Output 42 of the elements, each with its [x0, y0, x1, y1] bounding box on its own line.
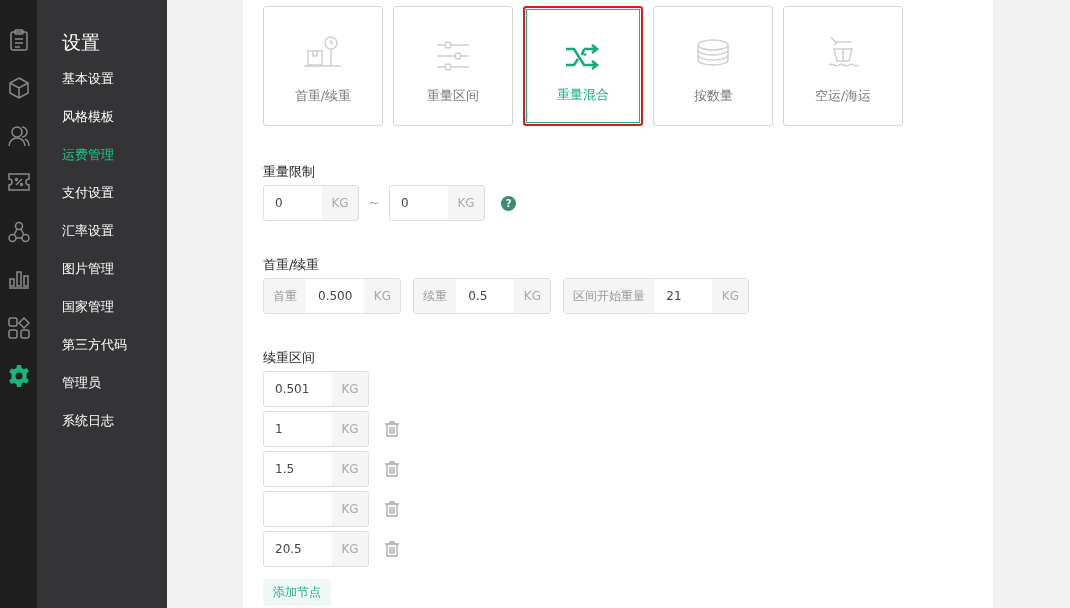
- input-field[interactable]: 0.501 KG: [263, 371, 369, 407]
- unit-label: KG: [332, 452, 368, 486]
- input-field[interactable]: 1.5 KG: [263, 451, 369, 487]
- unit-label: KG: [332, 372, 368, 406]
- prefix-label: 区间开始重量: [564, 279, 655, 313]
- section-label: 重量限制: [263, 163, 316, 181]
- input-field[interactable]: 20.5 KG: [263, 531, 369, 567]
- unit-label: KG: [712, 279, 749, 313]
- section-label: 续重区间: [263, 349, 316, 367]
- input-field[interactable]: 首重 0.500 KG: [263, 278, 402, 314]
- input-field[interactable]: 区间开始重量 21 KG: [563, 278, 750, 314]
- input-field[interactable]: 1 KG: [263, 411, 369, 447]
- sidebar-item[interactable]: 管理员: [62, 374, 167, 412]
- sidebar-item[interactable]: 运费管理: [62, 146, 167, 184]
- input-field[interactable]: 0 KG: [263, 185, 359, 221]
- unit-label: KG: [364, 279, 401, 313]
- unit-label: KG: [514, 279, 551, 313]
- sidebar-title: 设置: [62, 30, 101, 55]
- sidebar-item[interactable]: 第三方代码: [62, 336, 167, 374]
- unit-label: KG: [448, 186, 485, 220]
- shipping-mode-card[interactable]: 首重/续重: [263, 6, 383, 126]
- help-icon[interactable]: ?: [501, 195, 517, 211]
- prefix-label: 首重: [264, 279, 306, 313]
- sidebar-item[interactable]: 国家管理: [62, 298, 167, 336]
- unit-label: KG: [332, 492, 368, 526]
- sidebar-item[interactable]: 支付设置: [62, 184, 167, 222]
- sidebar-item[interactable]: 图片管理: [62, 260, 167, 298]
- prefix-label: 续重: [414, 279, 457, 313]
- shipping-mode-card[interactable]: 按数量: [653, 6, 773, 126]
- unit-label: KG: [332, 412, 368, 446]
- shipping-mode-card[interactable]: 重量区间: [393, 6, 513, 126]
- range-separator: ~: [369, 196, 380, 210]
- section-label: 首重/续重: [263, 256, 321, 274]
- unit-label: KG: [332, 532, 368, 566]
- input-field[interactable]: 续重 0.5 KG: [413, 278, 552, 314]
- sidebar-item[interactable]: 风格模板: [62, 108, 167, 146]
- sidebar-item[interactable]: 汇率设置: [62, 222, 167, 260]
- input-field[interactable]: 0 KG: [389, 185, 486, 221]
- unit-label: KG: [322, 186, 358, 220]
- sidebar-item[interactable]: 基本设置: [62, 70, 167, 108]
- sidebar-item[interactable]: 系统日志: [62, 412, 167, 450]
- shipping-mode-card[interactable]: 空运/海运: [783, 6, 903, 126]
